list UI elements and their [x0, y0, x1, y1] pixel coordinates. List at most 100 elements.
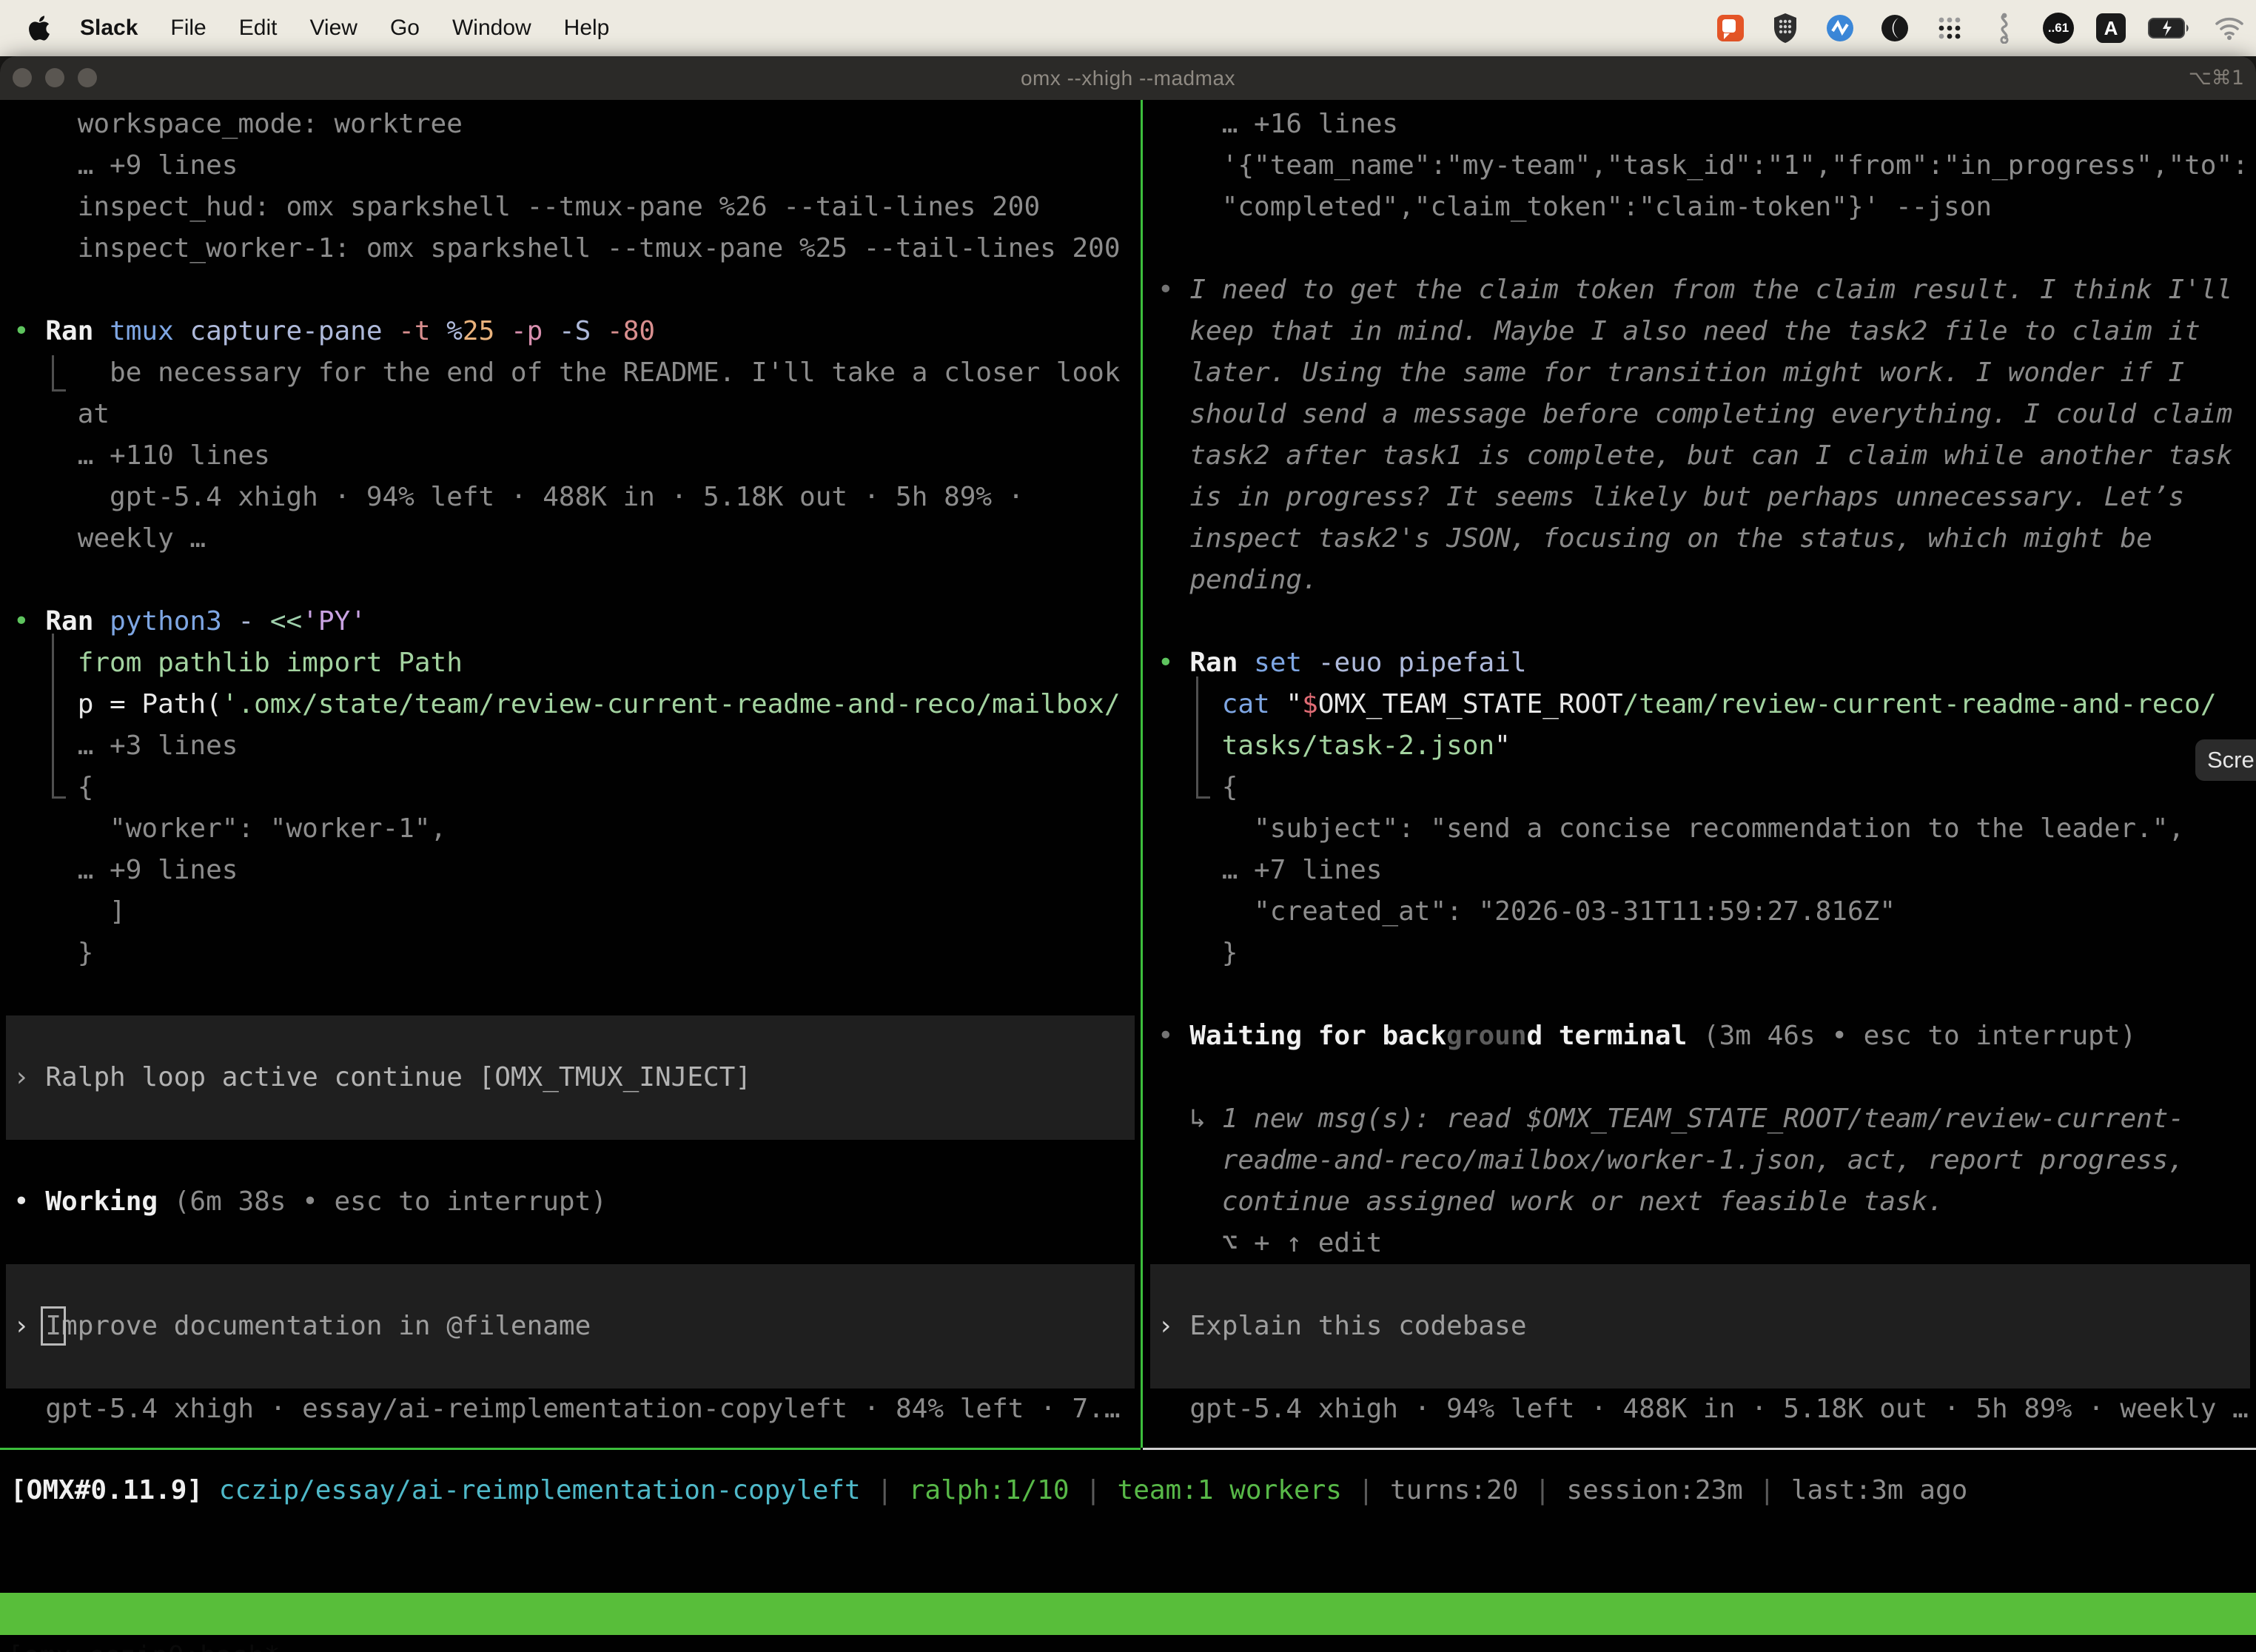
text-segment: … +7 lines: [1158, 855, 1382, 885]
menu-app-name[interactable]: Slack: [80, 16, 138, 41]
text-segment: ›: [1158, 1311, 1189, 1341]
json-output-line: "worker": "worker-1",: [0, 808, 1141, 850]
apple-menu-icon[interactable]: [28, 13, 53, 43]
text-segment: -80: [607, 316, 655, 346]
battery-icon[interactable]: [2148, 12, 2191, 44]
text-segment: •: [13, 1186, 45, 1217]
terminal-line-right-28: [1150, 1264, 2250, 1306]
waiting-status-line: • Waiting for background terminal (3m 46…: [1144, 1015, 2256, 1057]
text-segment: ›: [13, 1062, 45, 1092]
menu-view[interactable]: View: [309, 16, 357, 41]
config-line: inspect_worker-1: omx sparkshell --tmux-…: [0, 228, 1141, 269]
terminal-line-right-23: [1144, 1057, 2256, 1098]
route-icon[interactable]: [1988, 12, 2021, 44]
text-segment: •: [1158, 1021, 1189, 1051]
window-title: omx --xhigh --madmax: [0, 56, 2256, 100]
status-segment: |: [1070, 1475, 1118, 1505]
json-output-line: "subject": "send a concise recommendatio…: [1144, 808, 2256, 850]
ran-command-line: • Ran tmux capture-pane -t %25 -p -S -80: [0, 311, 1141, 352]
terminal-line-left-27: [0, 1223, 1141, 1264]
collapsed-lines-indicator: … +9 lines: [0, 145, 1141, 187]
text-segment: gpt-5.4 xhigh · 94% left · 488K in · 5.1…: [13, 482, 1024, 512]
text-segment: ↳: [1158, 1104, 1222, 1134]
status-segment: ralph:1/10: [909, 1475, 1070, 1505]
dots-grid-icon[interactable]: [1933, 12, 1966, 44]
ralph-loop-status-line: › Ralph loop active continue [OMX_TMUX_I…: [6, 1057, 1135, 1098]
text-segment: -euo pipefail: [1318, 648, 1527, 678]
text-segment: [13, 689, 78, 719]
menu-help[interactable]: Help: [564, 16, 610, 41]
tmux-pane-right[interactable]: … +16 lines '{"team_name":"my-team","tas…: [1144, 100, 2256, 1652]
menu-file[interactable]: File: [170, 16, 206, 41]
text-segment: -: [238, 606, 269, 637]
text-segment: … +110 lines: [13, 440, 270, 471]
text-segment: p = Path(: [78, 689, 222, 719]
menu-go[interactable]: Go: [390, 16, 420, 41]
menu-window[interactable]: Window: [452, 16, 531, 41]
prompt-input[interactable]: › Explain this codebase: [1150, 1306, 2250, 1347]
json-output-line: "created_at": "2026-03-31T11:59:27.816Z": [1144, 891, 2256, 933]
text-segment: ⌥ + ↑ edit: [1158, 1228, 1382, 1258]
text-segment: … +3 lines: [13, 731, 238, 761]
pane-divider-vertical[interactable]: [1141, 100, 1143, 1448]
text-segment: Ralph loop active continue [OMX_TMUX_INJ…: [45, 1062, 751, 1092]
text-cursor: I: [45, 1311, 61, 1341]
text-segment: %: [446, 316, 463, 346]
text-segment: Explain this codebase: [1189, 1311, 1526, 1341]
wifi-icon[interactable]: [2213, 12, 2246, 44]
text-segment: •: [13, 606, 45, 637]
text-segment: OMX_TEAM_STATE_ROOT: [1318, 689, 1623, 719]
command-output-line: gpt-5.4 xhigh · 94% left · 488K in · 5.1…: [0, 477, 1141, 518]
terminal-line-left-4: [0, 269, 1141, 311]
config-line: workspace_mode: worktree: [0, 104, 1141, 145]
model-status-line: gpt-5.4 xhigh · essay/ai-reimplementatio…: [0, 1389, 1141, 1430]
command-output-line: be necessary for the end of the README. …: [0, 352, 1141, 394]
menu-edit[interactable]: Edit: [239, 16, 278, 41]
pane-divider-bottom-left: [0, 1448, 1141, 1450]
mailbox-notice-line: ↳ 1 new msg(s): read $OMX_TEAM_STATE_ROO…: [1144, 1098, 2256, 1140]
text-segment: workspace_mode: worktree: [13, 109, 463, 139]
terminal-line-right-30: [1150, 1347, 2250, 1389]
omx-session-status-line: [OMX#0.11.9] cczip/essay/ai-reimplementa…: [10, 1470, 1967, 1511]
text-segment: groun: [1446, 1021, 1526, 1051]
command-output-line: weekly …: [0, 518, 1141, 560]
text-segment: tasks/task-2.json: [1222, 731, 1494, 761]
text-segment: ]: [13, 896, 126, 927]
collapsed-lines-indicator: … +3 lines: [0, 725, 1141, 767]
status-segment: cczip/essay/ai-reimplementation-copyleft: [219, 1475, 861, 1505]
text-segment: Ran: [1189, 648, 1254, 678]
mailbox-notice-line: continue assigned work or next feasible …: [1144, 1181, 2256, 1223]
chat-app-icon[interactable]: [1714, 12, 1747, 44]
window-titlebar[interactable]: omx --xhigh --madmax ⌥⌘1: [0, 56, 2256, 100]
text-segment: [1158, 689, 1222, 719]
tmux-session-label[interactable]: [omx-cczip0:bash*: [7, 1635, 280, 1652]
moon-swoosh-icon[interactable]: [1879, 12, 1911, 44]
terminal-line-right-3: [1144, 228, 2256, 269]
edit-hint-line: ⌥ + ↑ edit: [1144, 1223, 2256, 1264]
thinking-line: later. Using the same for transition mig…: [1144, 352, 2256, 394]
text-segment: [1158, 731, 1222, 761]
screen-share-tooltip: Scre: [2195, 739, 2256, 781]
blue-sync-icon[interactable]: [1824, 12, 1856, 44]
terminal-line-left-24: [6, 1098, 1135, 1140]
collapsed-lines-indicator: … +110 lines: [0, 435, 1141, 477]
battery-badge-icon[interactable]: ..61: [2043, 13, 2074, 44]
model-status-line: gpt-5.4 xhigh · 94% left · 488K in · 5.1…: [1144, 1389, 2256, 1430]
text-segment: readme-and-reco/mailbox/worker-1.json, a…: [1158, 1145, 2184, 1175]
text-segment: continue assigned work or next feasible …: [1158, 1186, 1944, 1217]
prompt-input[interactable]: › Improve documentation in @filename: [6, 1306, 1135, 1347]
text-segment: <<: [270, 606, 302, 637]
input-source-icon[interactable]: A: [2096, 13, 2126, 43]
text-segment: mprove documentation in @filename: [61, 1311, 591, 1341]
shield-grid-icon[interactable]: [1769, 12, 1802, 44]
text-segment: tmux: [110, 316, 189, 346]
command-line: cat "$OMX_TEAM_STATE_ROOT/team/review-cu…: [1144, 684, 2256, 725]
text-segment: Working: [45, 1186, 158, 1217]
status-segment: last:3m ago: [1791, 1475, 1967, 1505]
status-segment: [OMX#0.11.9]: [10, 1475, 219, 1505]
text-segment: ›: [13, 1311, 45, 1341]
tmux-pane-left[interactable]: workspace_mode: worktree … +9 lines insp…: [0, 100, 1141, 1652]
text-segment: is in progress? It seems likely but perh…: [1158, 482, 2184, 512]
status-segment: |: [1518, 1475, 1566, 1505]
text-segment: Ran: [45, 316, 110, 346]
